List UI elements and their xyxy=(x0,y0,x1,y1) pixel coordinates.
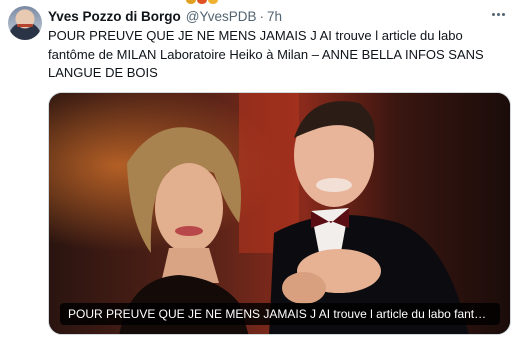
tweet-header: Yves Pozzo di Borgo @YvesPDB · 7h xyxy=(48,7,282,25)
more-options-icon[interactable] xyxy=(487,6,509,22)
author-handle[interactable]: @YvesPDB xyxy=(186,9,257,24)
media-caption: POUR PREUVE QUE JE NE MENS JAMAIS J AI t… xyxy=(60,303,500,325)
tweet-text: POUR PREUVE QUE JE NE MENS JAMAIS J AI t… xyxy=(48,28,484,80)
tweet[interactable]: Yves Pozzo di Borgo @YvesPDB · 7h POUR P… xyxy=(0,0,517,340)
tweet-media[interactable]: POUR PREUVE QUE JE NE MENS JAMAIS J AI t… xyxy=(48,92,511,335)
separator-dot: · xyxy=(259,8,265,24)
author-avatar[interactable] xyxy=(8,6,42,40)
media-photo xyxy=(49,93,510,334)
tweet-timestamp[interactable]: 7h xyxy=(267,9,282,24)
author-name[interactable]: Yves Pozzo di Borgo xyxy=(48,9,181,24)
